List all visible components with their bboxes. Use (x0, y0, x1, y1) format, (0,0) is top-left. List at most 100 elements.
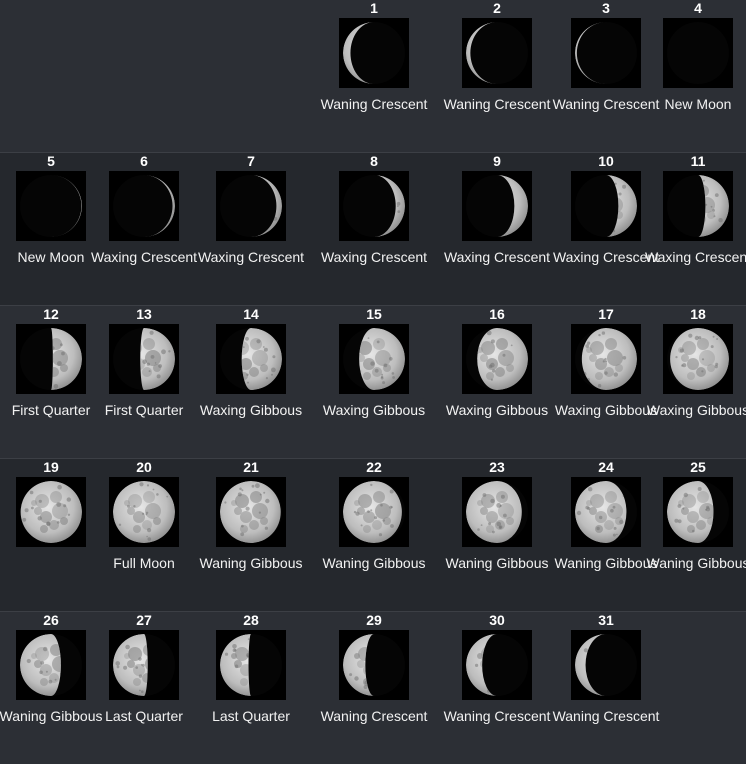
day-number: 6 (140, 153, 148, 169)
phase-label: New Moon (664, 96, 732, 112)
moon-phase-image (663, 324, 733, 394)
day-cell[interactable]: 29 Waning Crescent (314, 612, 434, 764)
day-number: 8 (370, 153, 378, 169)
week-row: 5 New Moon 6 Waxing Crescent 7 Waxing Cr… (0, 152, 746, 305)
day-number: 22 (366, 459, 382, 475)
day-number: 9 (493, 153, 501, 169)
phase-label: Waning Crescent (443, 96, 551, 112)
phase-label: Waxing Crescent (443, 249, 551, 265)
moon-phase-image (571, 171, 641, 241)
day-number: 13 (136, 306, 152, 322)
phase-label: Waning Crescent (320, 96, 428, 112)
day-number: 7 (247, 153, 255, 169)
phase-label: First Quarter (104, 402, 184, 418)
day-number: 2 (493, 0, 501, 16)
day-cell[interactable]: 14 Waxing Gibbous (191, 306, 311, 458)
moon-phase-image (216, 324, 286, 394)
day-cell[interactable]: 20 Full Moon (84, 459, 204, 611)
moon-phase-image (216, 630, 286, 700)
phase-label: Waning Crescent (443, 708, 551, 724)
phase-label: Waxing Crescent (197, 249, 305, 265)
moon-phase-image (339, 630, 409, 700)
week-row: 1 Waning Crescent 2 Waning Crescent 3 Wa… (0, 0, 746, 152)
moon-phase-image (571, 18, 641, 88)
day-number: 23 (489, 459, 505, 475)
moon-phase-image (571, 477, 641, 547)
phase-label: Waning Crescent (552, 708, 660, 724)
day-cell[interactable]: 27 Last Quarter (84, 612, 204, 764)
phase-label: Waxing Gibbous (322, 402, 426, 418)
day-cell[interactable]: 1 Waning Crescent (314, 0, 434, 152)
day-cell[interactable]: 31 Waning Crescent (546, 612, 666, 764)
moon-phase-image (109, 324, 179, 394)
phase-label: Waxing Crescent (90, 249, 198, 265)
moon-phase-image (109, 630, 179, 700)
phase-label: Waning Gibbous (199, 555, 303, 571)
day-number: 21 (243, 459, 259, 475)
phase-label: Waning Gibbous (445, 555, 549, 571)
day-cell[interactable]: 30 Waning Crescent (437, 612, 557, 764)
day-number: 15 (366, 306, 382, 322)
day-cell[interactable]: 18 Waxing Gibbous (638, 306, 746, 458)
moon-phase-image (663, 477, 733, 547)
day-number: 14 (243, 306, 259, 322)
moon-phase-image (16, 171, 86, 241)
week-row: 19 20 Full Moon 21 Waning Gibbous 22 Wan… (0, 458, 746, 611)
moon-phase-image (462, 630, 532, 700)
day-cell[interactable]: 21 Waning Gibbous (191, 459, 311, 611)
day-cell[interactable]: 13 First Quarter (84, 306, 204, 458)
moon-phase-image (109, 477, 179, 547)
day-cell[interactable]: 25 Waning Gibbous (638, 459, 746, 611)
moon-phase-image (462, 477, 532, 547)
day-number: 27 (136, 612, 152, 628)
day-cell[interactable]: 11 Waxing Crescent (638, 153, 746, 305)
day-cell[interactable]: 22 Waning Gibbous (314, 459, 434, 611)
day-number: 25 (690, 459, 706, 475)
moon-phase-image (16, 324, 86, 394)
day-number: 28 (243, 612, 259, 628)
phase-label: Waxing Gibbous (199, 402, 303, 418)
phase-label: Last Quarter (212, 708, 290, 724)
moon-phase-image (571, 630, 641, 700)
day-number: 31 (598, 612, 614, 628)
moon-phase-image (16, 630, 86, 700)
moon-phase-image (462, 171, 532, 241)
day-cell[interactable]: 6 Waxing Crescent (84, 153, 204, 305)
moon-phase-image (339, 324, 409, 394)
moon-phase-image (339, 171, 409, 241)
moon-phase-image (16, 477, 86, 547)
day-cell[interactable]: 16 Waxing Gibbous (437, 306, 557, 458)
moon-phase-image (571, 324, 641, 394)
phase-label: Waning Gibbous (322, 555, 426, 571)
moon-phase-image (339, 18, 409, 88)
phase-label: Waxing Gibbous (445, 402, 549, 418)
moon-phase-image (339, 477, 409, 547)
phase-label: Waxing Gibbous (646, 402, 746, 418)
phase-label: Waning Crescent (320, 708, 428, 724)
moon-phase-calendar: 1 Waning Crescent 2 Waning Crescent 3 Wa… (0, 0, 746, 764)
day-cell[interactable]: 8 Waxing Crescent (314, 153, 434, 305)
phase-label: Waxing Crescent (320, 249, 428, 265)
day-cell[interactable]: 4 New Moon (638, 0, 746, 152)
moon-phase-image (109, 171, 179, 241)
moon-phase-image (216, 171, 286, 241)
week-row: 26 Waning Gibbous 27 Last Quarter 28 Las… (0, 611, 746, 764)
day-cell[interactable]: 28 Last Quarter (191, 612, 311, 764)
day-cell[interactable]: 2 Waning Crescent (437, 0, 557, 152)
moon-phase-image (216, 477, 286, 547)
phase-label: Full Moon (113, 555, 175, 571)
moon-phase-image (462, 324, 532, 394)
phase-label: Waning Gibbous (646, 555, 746, 571)
day-number: 29 (366, 612, 382, 628)
week-row: 12 First Quarter 13 First Quarter 14 Wax… (0, 305, 746, 458)
day-cell[interactable]: 7 Waxing Crescent (191, 153, 311, 305)
day-cell[interactable]: 23 Waning Gibbous (437, 459, 557, 611)
moon-phase-image (462, 18, 532, 88)
moon-phase-image (663, 171, 733, 241)
day-number: 4 (694, 0, 702, 16)
day-cell[interactable]: 9 Waxing Crescent (437, 153, 557, 305)
moon-phase-image (663, 18, 733, 88)
day-number: 1 (370, 0, 378, 16)
day-cell[interactable]: 15 Waxing Gibbous (314, 306, 434, 458)
day-number: 30 (489, 612, 505, 628)
